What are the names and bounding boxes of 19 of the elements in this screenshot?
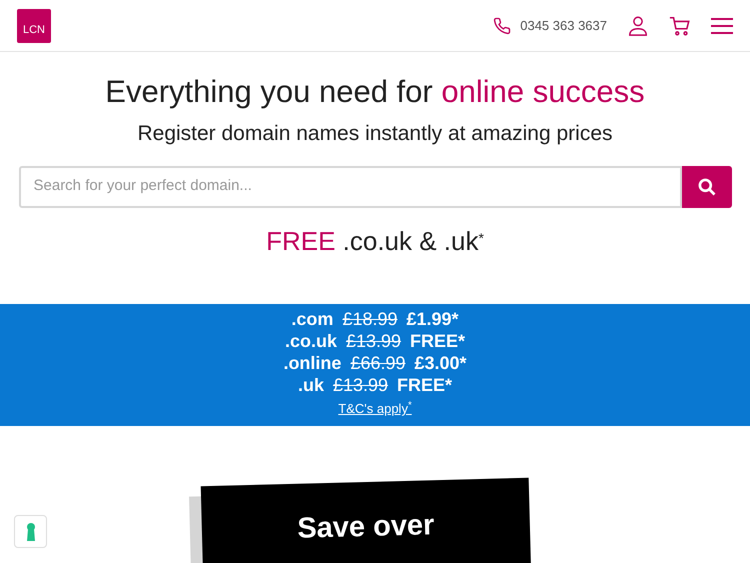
- price-line: .com £18.99 £1.99*: [291, 308, 459, 330]
- logo[interactable]: LCN: [17, 8, 51, 42]
- hero-title: Everything you need for online success: [105, 73, 645, 111]
- price-line: .uk £13.99 FREE*: [298, 374, 452, 396]
- cart-icon[interactable]: [669, 14, 691, 36]
- user-icon[interactable]: [627, 14, 649, 36]
- promo-text: Save over: [296, 508, 436, 547]
- hero-subtitle: Register domain names instantly at amazing prices: [137, 121, 613, 147]
- free-offer: FREE .co.uk & .uk$^{*}$: [266, 224, 484, 258]
- search-icon: [696, 176, 716, 196]
- price-line: .online £66.99 £3.00*: [283, 352, 467, 374]
- search-field[interactable]: Search for your perfect domain...: [18, 166, 682, 208]
- phone-number[interactable]: 0345 363 3637: [520, 16, 607, 36]
- menu-icon[interactable]: [711, 16, 733, 34]
- phone-icon[interactable]: [493, 16, 512, 34]
- search-button[interactable]: [682, 166, 732, 208]
- keyhole-icon: [26, 522, 36, 540]
- terms-link[interactable]: T&C's apply$^{*}$: [338, 399, 412, 418]
- price-line: .co.uk £13.99 FREE*: [284, 330, 466, 352]
